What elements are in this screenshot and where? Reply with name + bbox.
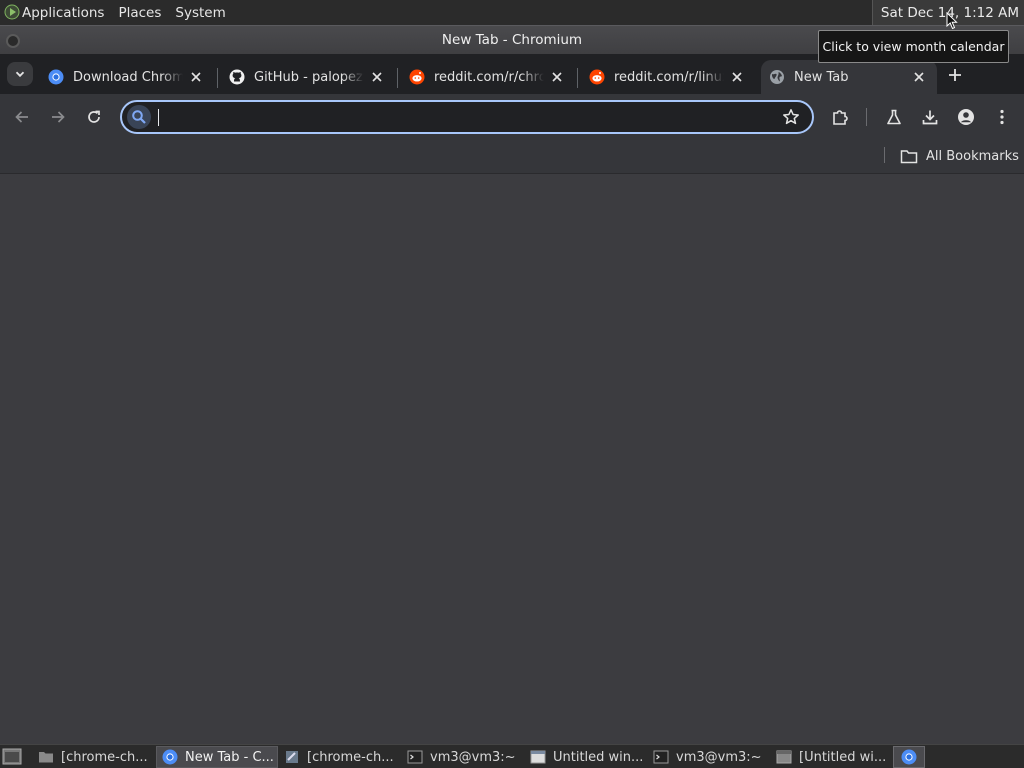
taskbar: [chrome-ch... New Tab - C... [chrome-ch.… [0, 744, 1024, 768]
all-bookmarks-button[interactable]: All Bookmarks [900, 145, 1019, 167]
tab-reddit-chromium[interactable]: reddit.com/r/chromium [401, 60, 573, 94]
tab-label: reddit.com/r/linux [614, 69, 724, 85]
taskbar-item-chrome-editor[interactable]: [chrome-ch... [279, 746, 401, 768]
close-icon[interactable] [549, 69, 565, 85]
reload-button[interactable] [82, 105, 106, 129]
close-icon[interactable] [369, 69, 385, 85]
puzzle-icon [833, 110, 848, 125]
calendar-tooltip: Click to view month calendar [818, 30, 1009, 63]
chromium-icon [48, 69, 64, 85]
chromium-icon [162, 749, 178, 765]
text-caret [158, 109, 159, 126]
folder-icon [39, 752, 53, 763]
labs-button[interactable] [882, 105, 906, 129]
page-content [0, 175, 1024, 744]
menu-button[interactable] [990, 105, 1014, 129]
all-bookmarks-label: All Bookmarks [926, 148, 1019, 164]
tab-search-button[interactable] [7, 62, 33, 86]
tab-separator [577, 68, 578, 88]
taskbar-item-terminal[interactable]: vm3@vm3:~ [402, 746, 524, 768]
mouse-cursor-icon [946, 12, 958, 30]
show-desktop-icon[interactable] [2, 748, 22, 765]
system-menu-label: System [175, 4, 226, 21]
tab-reddit-linux[interactable]: reddit.com/r/linux [581, 60, 753, 94]
arrow-right-icon [52, 111, 65, 123]
toolbar [0, 94, 1024, 140]
applications-logo-icon [4, 4, 20, 20]
terminal-icon [653, 750, 669, 764]
taskbar-item-label: vm3@vm3:~ [430, 749, 516, 765]
plus-icon [949, 69, 961, 81]
taskbar-item-label: Untitled win... [553, 749, 644, 765]
folder-icon [900, 149, 918, 163]
window-title: New Tab - Chromium [441, 32, 583, 48]
terminal-icon [407, 750, 423, 764]
downloads-button[interactable] [918, 105, 942, 129]
system-menu[interactable]: System [168, 0, 232, 25]
tab-download-chromium[interactable]: Download Chromium [40, 60, 212, 94]
tab-label: reddit.com/r/chromium [434, 69, 544, 85]
tab-label: New Tab [794, 69, 849, 85]
globe-icon [770, 70, 784, 84]
download-icon [922, 110, 938, 125]
taskbar-item-terminal[interactable]: vm3@vm3:~ [648, 746, 770, 768]
close-icon[interactable] [188, 69, 204, 85]
address-input[interactable] [156, 105, 776, 129]
chromium-icon [901, 749, 917, 765]
taskbar-item-chrome-folder[interactable]: [chrome-ch... [33, 746, 155, 768]
github-icon [229, 69, 245, 85]
tab-new-tab[interactable]: New Tab [761, 60, 937, 94]
taskbar-item-untitled-window[interactable]: Untitled win... [525, 746, 647, 768]
reddit-icon [409, 69, 425, 85]
window-menu-button[interactable] [6, 34, 20, 48]
taskbar-item-label: New Tab - C... [185, 749, 274, 765]
close-icon[interactable] [911, 69, 927, 85]
window-icon [530, 750, 546, 764]
chevron-down-icon [15, 71, 25, 78]
editor-icon [286, 751, 298, 763]
new-tab-button[interactable] [944, 64, 966, 86]
tab-label: GitHub - palopezv/ [254, 69, 364, 85]
applications-menu-label: Applications [22, 4, 105, 21]
reddit-icon [589, 69, 605, 85]
flask-icon [887, 109, 901, 125]
address-bar[interactable] [120, 100, 814, 134]
bookmarks-bar: All Bookmarks [0, 140, 1024, 174]
bookmark-star-icon[interactable] [782, 108, 800, 126]
top-panel: Applications Places System Sat Dec 14, 1… [0, 0, 1024, 25]
taskbar-item-label: vm3@vm3:~ [676, 749, 762, 765]
back-button[interactable] [10, 105, 34, 129]
profile-button[interactable] [954, 105, 978, 129]
toolbar-divider [866, 108, 867, 126]
tab-label: Download Chromium [73, 69, 183, 85]
taskbar-item-chromium-minimized[interactable] [893, 746, 925, 768]
arrow-left-icon [15, 111, 28, 123]
extensions-button[interactable] [828, 105, 852, 129]
taskbar-item-untitled-window-2[interactable]: [Untitled wi... [771, 746, 891, 768]
taskbar-item-chromium[interactable]: New Tab - C... [156, 746, 278, 768]
tab-separator [217, 68, 218, 88]
window-icon [776, 750, 792, 764]
places-menu[interactable]: Places [111, 0, 168, 25]
places-menu-label: Places [118, 4, 162, 21]
kebab-menu-icon [1000, 109, 1004, 125]
reload-icon [88, 110, 100, 123]
close-icon[interactable] [729, 69, 745, 85]
taskbar-item-label: [chrome-ch... [307, 749, 394, 765]
forward-button[interactable] [46, 105, 70, 129]
taskbar-item-label: [Untitled wi... [799, 749, 887, 765]
applications-menu[interactable]: Applications [0, 0, 111, 25]
bookmarks-divider [884, 147, 885, 163]
search-icon [127, 105, 151, 129]
tab-github[interactable]: GitHub - palopezv/ [221, 60, 393, 94]
taskbar-item-label: [chrome-ch... [61, 749, 148, 765]
tab-separator [397, 68, 398, 88]
tooltip-text: Click to view month calendar [822, 39, 1005, 54]
avatar-icon [958, 109, 974, 125]
